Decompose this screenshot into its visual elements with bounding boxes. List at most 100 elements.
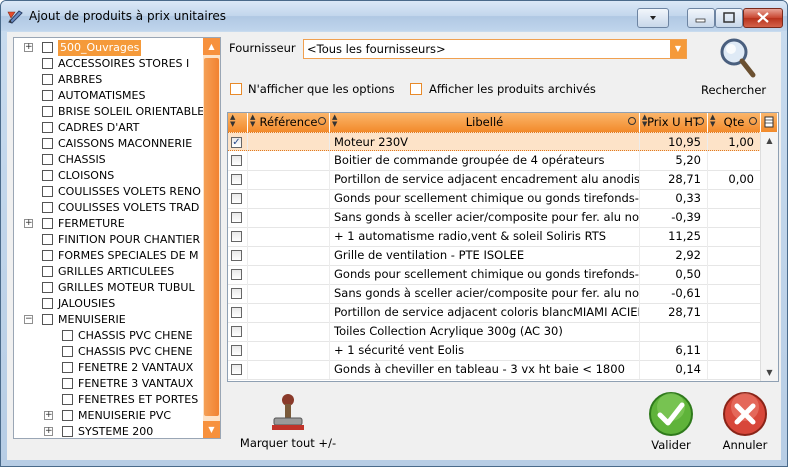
tree-item-checkbox[interactable] bbox=[42, 202, 53, 213]
row-checkbox[interactable]: ✓ bbox=[231, 137, 242, 148]
row-checkbox[interactable] bbox=[231, 307, 242, 318]
tree-item-checkbox[interactable] bbox=[42, 250, 53, 261]
tree-item[interactable]: + MENUISERIE PVC bbox=[14, 408, 203, 424]
tree-item-checkbox[interactable] bbox=[42, 266, 53, 277]
tree-item[interactable]: + SYSTEME 200 bbox=[14, 424, 203, 438]
scroll-up-icon[interactable]: ▲ bbox=[761, 132, 778, 149]
cell-prix[interactable]: 0,14 bbox=[640, 360, 708, 379]
table-row[interactable]: Sans gonds à sceller acier/composite pou… bbox=[228, 284, 761, 304]
tree-item-checkbox[interactable] bbox=[42, 186, 53, 197]
cell-libelle[interactable]: Grille de ventilation - PTE ISOLEE bbox=[330, 246, 640, 265]
row-checkbox[interactable] bbox=[231, 231, 242, 242]
cell-reference[interactable] bbox=[248, 189, 330, 208]
tree-item-checkbox[interactable] bbox=[42, 138, 53, 149]
cell-prix[interactable]: 0,50 bbox=[640, 265, 708, 284]
cell-qte[interactable]: 1,00 bbox=[708, 133, 761, 152]
cell-prix[interactable]: 28,71 bbox=[640, 170, 708, 189]
table-row[interactable]: Portillon de service adjacent encadremen… bbox=[228, 170, 761, 190]
cell-libelle[interactable]: Sans gonds à sceller acier/composite pou… bbox=[330, 284, 640, 303]
cell-reference[interactable] bbox=[248, 170, 330, 189]
tree-item-checkbox[interactable] bbox=[42, 42, 53, 53]
header-prix[interactable]: ▲ ▼ Prix U HT bbox=[640, 113, 708, 132]
filter-search-icon[interactable] bbox=[696, 117, 704, 125]
header-libelle[interactable]: ▲ ▼ Libellé bbox=[330, 113, 640, 132]
header-reference[interactable]: ▲ ▼ Référence bbox=[248, 113, 330, 132]
cell-reference[interactable] bbox=[248, 322, 330, 341]
cell-prix[interactable]: 0,33 bbox=[640, 189, 708, 208]
table-row[interactable]: Gonds pour scellement chimique ou gonds … bbox=[228, 189, 761, 209]
cell-reference[interactable] bbox=[248, 246, 330, 265]
cell-libelle[interactable]: Gonds pour scellement chimique ou gonds … bbox=[330, 265, 640, 284]
tree-item[interactable]: CLOISONS bbox=[14, 168, 203, 184]
cell-reference[interactable] bbox=[248, 227, 330, 246]
cell-qte[interactable] bbox=[708, 151, 761, 170]
tree-item[interactable]: AUTOMATISMES bbox=[14, 88, 203, 104]
table-row[interactable]: Gonds à cheviller en tableau - 3 vx ht b… bbox=[228, 360, 761, 380]
tree-item-checkbox[interactable] bbox=[62, 378, 73, 389]
cell-libelle[interactable]: Toiles Collection Acrylique 300g (AC 30) bbox=[330, 322, 640, 341]
table-row[interactable]: Grille de ventilation - PTE ISOLEE 2,92 bbox=[228, 246, 761, 266]
tree-item[interactable]: FORMES SPECIALES DE M bbox=[14, 248, 203, 264]
filter-search-icon[interactable] bbox=[318, 117, 326, 125]
tree-item[interactable]: ARBRES bbox=[14, 72, 203, 88]
supplier-dropdown[interactable]: <Tous les fournisseurs> ▼ bbox=[303, 39, 687, 59]
tree-item[interactable]: CHASSIS PVC CHENE bbox=[14, 344, 203, 360]
tree-item[interactable]: ACCESSOIRES STORES I bbox=[14, 56, 203, 72]
tree-item-checkbox[interactable] bbox=[42, 314, 53, 325]
header-select-col[interactable]: ▲ ▼ bbox=[228, 113, 248, 132]
tree-item-checkbox[interactable] bbox=[42, 234, 53, 245]
tree-item[interactable]: BRISE SOLEIL ORIENTABLE bbox=[14, 104, 204, 120]
dropdown-arrow-icon[interactable]: ▼ bbox=[670, 40, 686, 58]
row-checkbox[interactable] bbox=[231, 288, 242, 299]
cell-libelle[interactable]: Boitier de commande groupée de 4 opérate… bbox=[330, 151, 640, 170]
cell-qte[interactable] bbox=[708, 265, 761, 284]
filter-search-icon[interactable] bbox=[628, 117, 636, 125]
minimize-button[interactable] bbox=[687, 8, 715, 28]
tree-item[interactable]: + FERMETURE bbox=[14, 216, 203, 232]
cell-libelle[interactable]: + 1 automatisme radio,vent & soleil Soli… bbox=[330, 227, 640, 246]
options-only-checkbox[interactable] bbox=[230, 83, 242, 95]
tree-item-checkbox[interactable] bbox=[42, 58, 53, 69]
cell-qte[interactable] bbox=[708, 189, 761, 208]
tree-item-checkbox[interactable] bbox=[62, 394, 73, 405]
tree-item[interactable]: FENETRE 3 VANTAUX bbox=[14, 376, 203, 392]
tree-item[interactable]: FENETRES ET PORTES bbox=[14, 392, 203, 408]
cell-prix[interactable]: 6,11 bbox=[640, 341, 708, 360]
cell-libelle[interactable]: Gonds à cheviller en tableau - 3 vx ht b… bbox=[330, 360, 640, 379]
cell-reference[interactable] bbox=[248, 265, 330, 284]
header-qte[interactable]: ▲ ▼ Qte bbox=[708, 113, 761, 132]
scroll-up-icon[interactable]: ▲ bbox=[203, 38, 220, 55]
table-row[interactable]: Sans gonds à sceller acier/composite pou… bbox=[228, 208, 761, 228]
scroll-thumb[interactable] bbox=[204, 58, 219, 416]
row-checkbox[interactable] bbox=[231, 250, 242, 261]
close-button[interactable] bbox=[743, 8, 783, 28]
table-row[interactable]: Portillon de service adjacent coloris bl… bbox=[228, 303, 761, 323]
cell-reference[interactable] bbox=[248, 341, 330, 360]
tree-item[interactable]: − MENUISERIE bbox=[14, 312, 203, 328]
cell-reference[interactable] bbox=[248, 303, 330, 322]
tree-item[interactable]: +500_Ouvrages bbox=[14, 40, 203, 56]
tree-item-checkbox[interactable] bbox=[62, 330, 73, 341]
cell-prix[interactable]: 5,20 bbox=[640, 151, 708, 170]
grid-scrollbar[interactable]: ▲ ▼ bbox=[760, 132, 778, 381]
cell-libelle[interactable]: Portillon de service adjacent coloris bl… bbox=[330, 303, 640, 322]
window-menu-button[interactable] bbox=[637, 8, 669, 28]
row-checkbox[interactable] bbox=[231, 174, 242, 185]
cell-qte[interactable] bbox=[708, 303, 761, 322]
table-row[interactable]: Boitier de commande groupée de 4 opérate… bbox=[228, 151, 761, 171]
tree-item-checkbox[interactable] bbox=[42, 122, 53, 133]
table-row[interactable]: ✓ Moteur 230V 10,95 1,00 bbox=[228, 132, 761, 152]
cell-reference[interactable] bbox=[248, 208, 330, 227]
cell-prix[interactable]: -0,39 bbox=[640, 208, 708, 227]
expand-icon[interactable]: + bbox=[24, 219, 33, 228]
row-checkbox[interactable] bbox=[231, 155, 242, 166]
tree-item[interactable]: GRILLES ARTICULEES bbox=[14, 264, 203, 280]
tree-item-checkbox[interactable] bbox=[42, 282, 53, 293]
tree-item[interactable]: GRILLES MOTEUR TUBUL bbox=[14, 280, 203, 296]
table-row[interactable]: + 1 automatisme radio,vent & soleil Soli… bbox=[228, 227, 761, 247]
tree-item[interactable]: CHASSIS bbox=[14, 152, 203, 168]
cell-qte[interactable] bbox=[708, 246, 761, 265]
row-checkbox[interactable] bbox=[231, 212, 242, 223]
tree-item[interactable]: CAISSONS MACONNERIE bbox=[14, 136, 203, 152]
tree-item[interactable]: JALOUSIES bbox=[14, 296, 203, 312]
